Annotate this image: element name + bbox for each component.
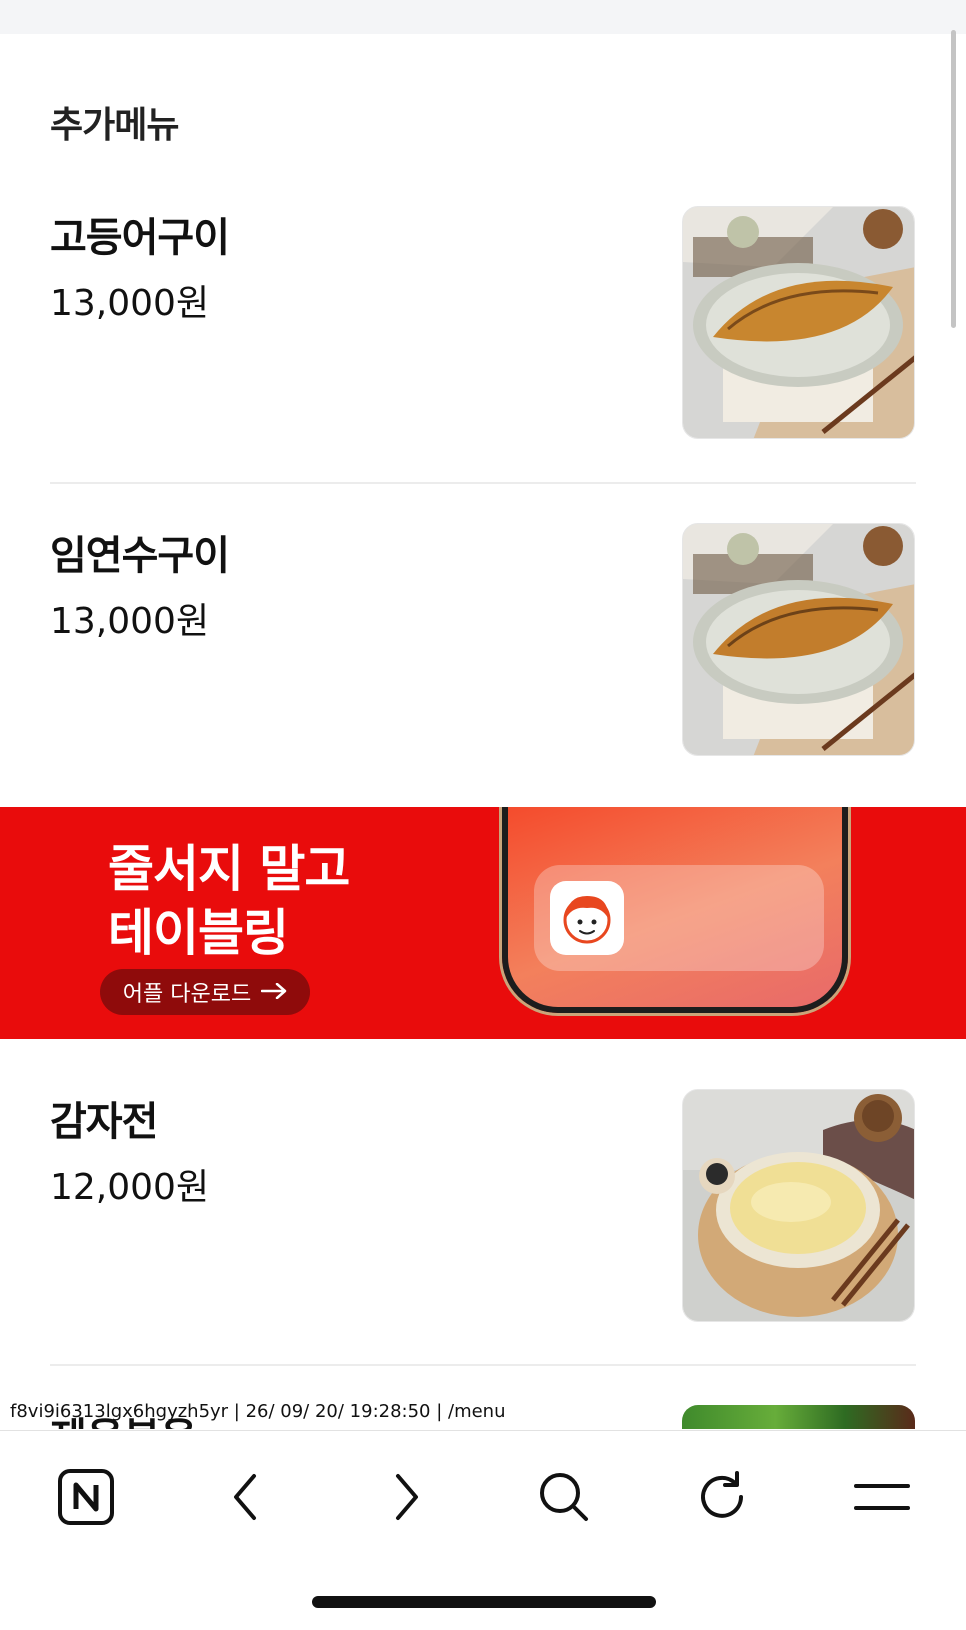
naver-home-icon[interactable] [50, 1461, 122, 1533]
menu-item-name: 감자전 [50, 1099, 158, 1145]
banner-headline-line2: 테이블링 [108, 904, 289, 962]
scrollbar[interactable] [951, 30, 956, 328]
debug-overlay: f8vi9i6313lgx6hgyzh5yr | 26/ 09/ 20/ 19:… [10, 1401, 506, 1422]
phone-illustration [502, 807, 848, 1013]
menu-item-price: 12,000원 [50, 1167, 210, 1208]
banner-headline-line1: 줄서지 말고 [108, 840, 350, 898]
menu-item-price: 13,000원 [50, 283, 210, 324]
forward-arrow-icon[interactable] [370, 1461, 442, 1533]
app-notification [534, 865, 824, 971]
home-indicator [312, 1596, 656, 1608]
search-icon[interactable] [528, 1461, 600, 1533]
app-download-label: 어플 다운로드 [122, 982, 252, 1007]
menu-item-photo[interactable] [682, 1405, 915, 1429]
menu-item-photo[interactable] [682, 1089, 915, 1322]
back-arrow-icon[interactable] [210, 1461, 282, 1533]
menu-item-name: 임연수구이 [50, 533, 230, 579]
menu-item-price: 13,000원 [50, 601, 210, 642]
top-strip [0, 0, 966, 34]
menu-item-name: 고등어구이 [50, 215, 230, 261]
promo-banner[interactable]: 줄서지 말고 테이블링 어플 다운로드 [0, 807, 966, 1039]
menu-item-photo[interactable] [682, 206, 915, 439]
refresh-icon[interactable] [686, 1461, 758, 1533]
app-download-button[interactable]: 어플 다운로드 [100, 969, 310, 1015]
menu-icon[interactable] [846, 1461, 918, 1533]
tabling-mascot-icon [550, 881, 624, 955]
divider [50, 1364, 916, 1366]
divider [50, 482, 916, 484]
section-title: 추가메뉴 [50, 105, 179, 146]
menu-item-photo[interactable] [682, 523, 915, 756]
arrow-right-icon [260, 980, 287, 1005]
